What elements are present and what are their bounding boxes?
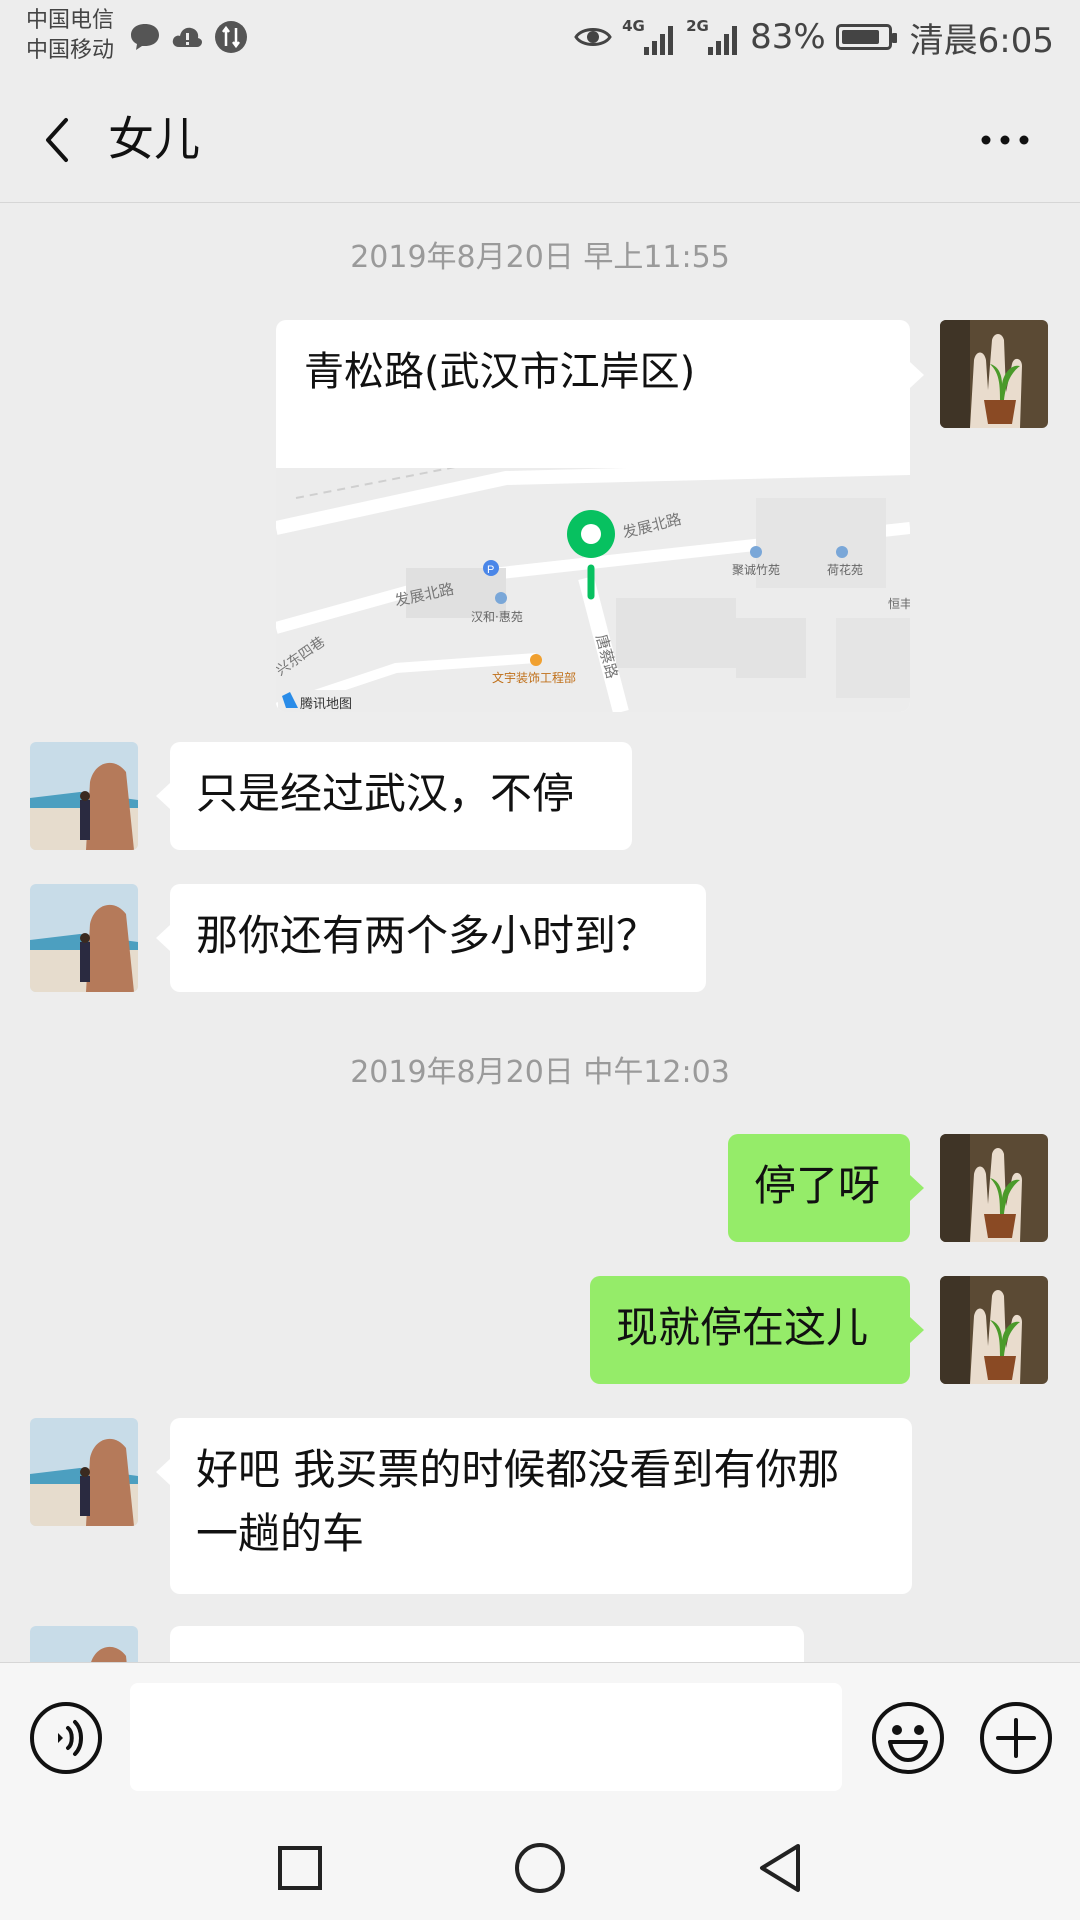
contact-avatar[interactable]	[30, 1418, 138, 1526]
map-label-poi: 荷花苑	[827, 562, 863, 577]
outgoing-message[interactable]: 现就停在这儿	[590, 1276, 910, 1384]
location-title: 青松路(武汉市江岸区)	[304, 349, 696, 395]
message-input[interactable]	[130, 1683, 842, 1791]
chat-title: 女儿	[108, 112, 200, 166]
bubble-tail	[910, 1317, 924, 1343]
signal-1: 4G	[622, 17, 676, 57]
map-attribution: 腾讯地图	[300, 696, 352, 712]
emoji-button[interactable]	[870, 1700, 946, 1776]
status-bar: 中国电信 中国移动 4G 2G 83% 清晨6:05	[0, 0, 1080, 76]
wechat-notification-icon	[131, 24, 159, 50]
bubble-tail	[156, 1459, 170, 1485]
bubble-tail	[910, 1175, 924, 1201]
contact-avatar[interactable]	[30, 884, 138, 992]
eye-comfort-icon	[574, 28, 612, 46]
map-label-poi: 聚诚竹苑	[732, 563, 780, 577]
location-message[interactable]: 青松路(武汉市江岸区) P 发展北路 发展北路 唐蔡路 兴东四巷 汉和·惠苑 聚…	[276, 320, 910, 712]
timestamp: 2019年8月20日 早上11:55	[350, 240, 730, 275]
outgoing-message[interactable]: 停了呀	[728, 1134, 910, 1242]
bubble-tail	[910, 362, 924, 388]
system-nav-bar	[0, 1812, 1080, 1920]
cloud-alert-icon	[172, 27, 202, 47]
timestamp: 2019年8月20日 中午12:03	[350, 1055, 730, 1090]
carrier-info: 中国电信 中国移动	[26, 6, 114, 66]
incoming-message[interactable]: 那你还有两个多小时到？	[170, 884, 706, 992]
bubble-tail	[156, 783, 170, 809]
plus-button[interactable]	[978, 1700, 1054, 1776]
my-avatar[interactable]	[940, 1276, 1048, 1384]
message-text: 停了呀	[754, 1161, 881, 1210]
home-button[interactable]	[508, 1836, 572, 1900]
back-nav-button[interactable]	[748, 1836, 812, 1900]
contact-avatar[interactable]	[30, 742, 138, 850]
status-right: 4G 2G 83% 清晨6:05	[574, 14, 1054, 61]
map-label-poi: 文宇装饰工程部	[492, 670, 576, 685]
contact-avatar[interactable]	[30, 1626, 138, 1662]
carrier-1: 中国电信	[26, 8, 115, 33]
chat-header: 女儿	[0, 76, 1080, 203]
incoming-message-partial[interactable]	[170, 1626, 804, 1662]
message-text-line: 好吧 我买票的时候都没看到有你那	[196, 1445, 840, 1494]
incoming-message[interactable]: 好吧 我买票的时候都没看到有你那 一趟的车	[170, 1418, 912, 1594]
voice-button[interactable]	[28, 1700, 104, 1776]
recent-apps-button[interactable]	[268, 1836, 332, 1900]
map-preview: P 发展北路 发展北路 唐蔡路 兴东四巷 汉和·惠苑 聚诚竹苑 荷花苑 文宇装饰…	[276, 468, 910, 712]
bubble-tail	[156, 925, 170, 951]
clock: 清晨6:05	[909, 20, 1054, 61]
map-label-poi: 恒丰	[888, 597, 910, 611]
more-options-button[interactable]	[970, 112, 1040, 168]
input-bar	[0, 1662, 1080, 1813]
signal-bars-icon	[644, 26, 674, 55]
my-avatar[interactable]	[940, 1134, 1048, 1242]
signal-bars-icon	[708, 26, 738, 55]
signal-2: 2G	[686, 17, 740, 57]
my-avatar[interactable]	[940, 320, 1048, 428]
message-text: 现就停在这儿	[616, 1303, 869, 1352]
message-text: 只是经过武汉，不停	[196, 769, 575, 818]
data-transfer-icon	[215, 21, 247, 53]
message-text-line: 一趟的车	[196, 1509, 365, 1558]
map-label-poi: 汉和·惠苑	[471, 610, 523, 624]
carrier-2: 中国移动	[26, 38, 115, 63]
battery-percent: 83%	[750, 17, 826, 57]
parking-icon: P	[487, 564, 494, 576]
message-list[interactable]: 2019年8月20日 早上11:55 青松路(武汉市江岸区) P 发展北路 发展…	[0, 202, 1080, 1662]
battery-fill	[841, 30, 879, 44]
message-text: 那你还有两个多小时到？	[196, 911, 659, 960]
battery-icon	[835, 24, 897, 50]
incoming-message[interactable]: 只是经过武汉，不停	[170, 742, 632, 850]
back-button[interactable]	[30, 110, 86, 170]
